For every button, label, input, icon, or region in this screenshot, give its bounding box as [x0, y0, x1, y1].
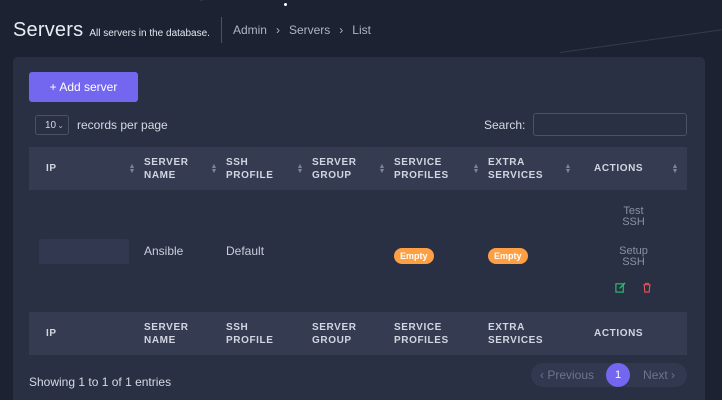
add-server-button[interactable]: + Add server	[29, 72, 138, 102]
column-label: SSH PROFILE	[226, 321, 274, 346]
column-header-actions[interactable]: ACTIONS ▲ ▼	[580, 147, 687, 190]
column-header-ip[interactable]: IP ▲ ▼	[29, 147, 144, 190]
search-label: Search:	[484, 117, 526, 132]
column-label: SERVICE PROFILES	[394, 156, 449, 181]
previous-page-button[interactable]: ‹ Previous	[540, 368, 594, 382]
page-title: Servers	[13, 18, 84, 41]
footer-header-ssh-profile: SSH PROFILE	[226, 312, 312, 355]
table-footer-row: IP SERVER NAME SSH PROFILE SERVER GROUP …	[29, 312, 687, 355]
column-header-service-profiles[interactable]: SERVICE PROFILES ▲ ▼	[394, 147, 488, 190]
edit-icon[interactable]	[615, 282, 626, 296]
footer-header-extra-services: EXTRA SERVICES	[488, 312, 580, 355]
sort-icon: ▲ ▼	[296, 162, 304, 175]
setup-ssh-link[interactable]: Setup SSH	[614, 246, 654, 268]
column-header-extra-services[interactable]: EXTRA SERVICES ▲ ▼	[488, 147, 580, 190]
footer-header-ip: IP	[29, 312, 144, 355]
trash-icon[interactable]	[642, 282, 652, 296]
column-label: SSH PROFILE	[226, 156, 274, 181]
cell-ip	[29, 190, 144, 312]
servers-table: IP ▲ ▼ SERVER NAME ▲ ▼ SSH PROFILE ▲ ▼ SERVER …	[29, 147, 687, 355]
table-header-row: IP ▲ ▼ SERVER NAME ▲ ▼ SSH PROFILE ▲ ▼ SERVER …	[29, 147, 687, 190]
test-ssh-link[interactable]: Test SSH	[614, 206, 654, 228]
servers-card: + Add server 10 ⌄ records per page Searc…	[13, 57, 705, 400]
column-label: SERVER NAME	[144, 321, 189, 346]
column-label: SERVER NAME	[144, 156, 189, 181]
sort-icon: ▲ ▼	[564, 162, 572, 175]
cell-server-name: Ansible	[144, 244, 184, 258]
page-length-select[interactable]: 10 ⌄	[35, 115, 69, 135]
background-decoration	[199, 0, 455, 1]
column-header-ssh-profile[interactable]: SSH PROFILE ▲ ▼	[226, 147, 312, 190]
column-label: IP	[46, 328, 57, 339]
pagination: ‹ Previous 1 Next ›	[531, 363, 687, 387]
header-divider	[220, 17, 222, 43]
cell-extra-services: Empty	[488, 190, 580, 312]
column-label: SERVER GROUP	[312, 321, 357, 346]
page-1-button[interactable]: 1	[606, 363, 631, 387]
row-action-icons	[580, 282, 687, 296]
next-label: Next	[643, 368, 668, 382]
breadcrumb-list: List	[352, 23, 371, 37]
footer-header-server-name: SERVER NAME	[144, 312, 226, 355]
page-length-control: 10 ⌄ records per page	[35, 115, 168, 135]
table-row[interactable]: Ansible Default Empty Empty Test SSH Set…	[29, 190, 687, 312]
next-page-button[interactable]: Next ›	[643, 368, 675, 382]
page-header: Servers All servers in the database. Adm…	[13, 16, 371, 44]
previous-label: Previous	[547, 368, 595, 382]
sort-icon: ▲ ▼	[210, 162, 218, 175]
column-header-server-name[interactable]: SERVER NAME ▲ ▼	[144, 147, 226, 190]
table-info: Showing 1 to 1 of 1 entries	[29, 375, 172, 389]
background-decoration	[559, 24, 722, 53]
chevron-down-icon: ⌄	[57, 121, 64, 130]
footer-header-actions: ACTIONS	[580, 312, 687, 355]
page-subtitle: All servers in the database.	[89, 27, 210, 39]
column-header-server-group[interactable]: SERVER GROUP ▲ ▼	[312, 147, 394, 190]
breadcrumb-admin[interactable]: Admin	[233, 23, 267, 37]
page-length-value: 10	[45, 119, 57, 131]
chevron-right-icon: ›	[339, 23, 344, 37]
sort-icon: ▲ ▼	[671, 162, 679, 175]
breadcrumb: Admin › Servers › List	[233, 23, 371, 37]
search-input[interactable]	[533, 113, 688, 136]
status-badge: Empty	[488, 248, 528, 264]
sort-icon: ▲ ▼	[378, 162, 386, 175]
sort-icon: ▲ ▼	[128, 162, 136, 175]
column-label: EXTRA SERVICES	[488, 156, 544, 181]
footer-header-server-group: SERVER GROUP	[312, 312, 394, 355]
background-dot	[284, 3, 287, 6]
cell-actions: Test SSH Setup SSH	[580, 190, 687, 312]
column-label: SERVER GROUP	[312, 156, 357, 181]
sort-icon: ▲ ▼	[472, 162, 480, 175]
footer-header-service-profiles: SERVICE PROFILES	[394, 312, 488, 355]
cell-server-group	[312, 190, 394, 312]
page-length-label: records per page	[77, 118, 168, 132]
column-label: EXTRA SERVICES	[488, 321, 544, 346]
breadcrumb-servers[interactable]: Servers	[289, 23, 330, 37]
ip-redacted	[39, 238, 129, 264]
chevron-right-icon: ›	[275, 23, 280, 37]
cell-service-profiles: Empty	[394, 190, 488, 312]
search-control: Search:	[484, 113, 688, 136]
cell-ssh-profile: Default	[226, 244, 265, 258]
status-badge: Empty	[394, 248, 434, 264]
column-label: ACTIONS	[594, 328, 644, 339]
column-label: SERVICE PROFILES	[394, 321, 449, 346]
